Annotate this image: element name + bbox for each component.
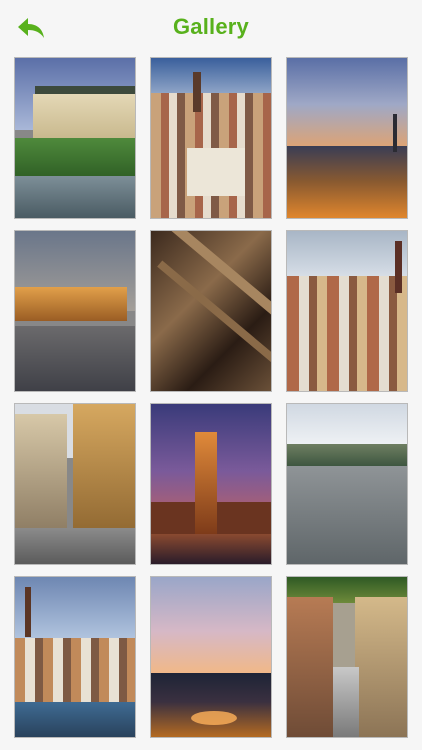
page-title: Gallery (172, 14, 249, 39)
back-button[interactable] (16, 16, 46, 42)
gallery-grid (14, 57, 408, 738)
gallery-thumbnail[interactable] (150, 576, 272, 738)
thumbnail-photo (151, 404, 271, 564)
thumbnail-photo (287, 404, 407, 564)
gallery-thumbnail[interactable] (14, 230, 136, 392)
thumbnail-photo (287, 577, 407, 737)
gallery-thumbnail[interactable] (14, 57, 136, 219)
thumbnail-photo (287, 231, 407, 391)
thumbnail-photo (15, 58, 135, 218)
thumbnail-photo (15, 577, 135, 737)
gallery-thumbnail[interactable] (286, 57, 408, 219)
gallery-thumbnail[interactable] (286, 230, 408, 392)
back-arrow-icon (18, 18, 44, 38)
gallery-thumbnail[interactable] (14, 403, 136, 565)
thumbnail-photo (15, 404, 135, 564)
gallery-thumbnail[interactable] (286, 576, 408, 738)
gallery-thumbnail[interactable] (286, 403, 408, 565)
thumbnail-photo (151, 577, 271, 737)
gallery-thumbnail[interactable] (150, 403, 272, 565)
gallery-thumbnail[interactable] (150, 57, 272, 219)
thumbnail-photo (287, 58, 407, 218)
thumbnail-photo (151, 58, 271, 218)
thumbnail-photo (15, 231, 135, 391)
gallery-thumbnail[interactable] (150, 230, 272, 392)
gallery-thumbnail[interactable] (14, 576, 136, 738)
app-header: Gallery (0, 0, 422, 54)
thumbnail-photo (151, 231, 271, 391)
